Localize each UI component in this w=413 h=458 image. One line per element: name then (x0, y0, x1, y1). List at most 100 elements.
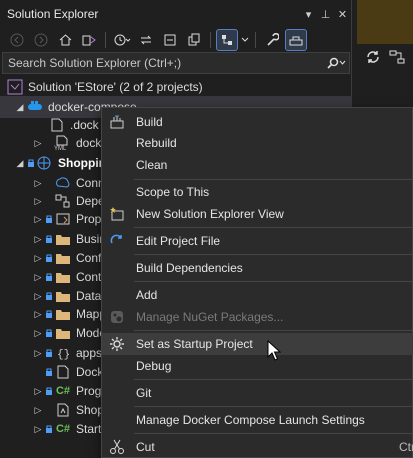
docker-icon (26, 99, 44, 115)
menu-item-edit-project-file[interactable]: Edit Project File (102, 230, 413, 252)
menu-separator (134, 330, 412, 331)
menu-label: Rebuild (136, 136, 177, 150)
pending-changes-icon[interactable] (111, 29, 133, 51)
csharp-file-icon: C# (55, 423, 71, 435)
collapse-arrow-icon[interactable]: ◢ (14, 158, 26, 169)
menu-item-cut[interactable]: Cut Ctr (102, 436, 413, 458)
lock-icon (44, 424, 54, 434)
folder-icon (54, 231, 72, 247)
menu-label: Edit Project File (136, 234, 221, 248)
menu-item-debug[interactable]: Debug (102, 355, 413, 377)
refresh-icon[interactable] (365, 49, 381, 68)
expand-arrow-icon[interactable]: ▷ (32, 405, 44, 416)
search-icon[interactable] (323, 57, 349, 69)
lock-icon (44, 309, 54, 319)
folder-icon (54, 269, 72, 285)
menu-separator (134, 254, 412, 255)
dropdown-icon[interactable]: ▾ (300, 8, 317, 21)
close-icon[interactable]: ✕ (334, 8, 351, 21)
menu-label: Manage NuGet Packages... (136, 310, 284, 324)
menu-item-scope-to-this[interactable]: Scope to This (102, 181, 413, 203)
menu-label: Git (136, 386, 152, 400)
lock-icon (44, 328, 54, 338)
nuget-icon (107, 307, 127, 327)
expand-arrow-icon[interactable]: ▷ (32, 253, 44, 264)
forward-icon[interactable] (30, 29, 52, 51)
expand-arrow-icon[interactable]: ▷ (32, 272, 44, 283)
panel-titlebar: Solution Explorer ▾ ⊥ ✕ (0, 0, 351, 28)
menu-item-set-startup-project[interactable]: Set as Startup Project (102, 333, 413, 355)
menu-separator (134, 433, 412, 434)
tree-label: Dock (76, 365, 104, 379)
editor-toolbar (357, 44, 413, 72)
menu-separator (134, 406, 412, 407)
menu-label: New Solution Explorer View (136, 207, 284, 221)
expand-arrow-icon[interactable]: ▷ (32, 424, 44, 435)
new-view-icon (107, 204, 127, 224)
search-input[interactable] (8, 56, 323, 70)
expand-arrow-icon[interactable]: ▷ (32, 309, 44, 320)
expand-arrow-icon[interactable]: ▷ (32, 196, 44, 207)
menu-item-rebuild[interactable]: Rebuild (102, 132, 413, 154)
mouse-cursor-icon (267, 340, 281, 361)
switch-views-icon[interactable] (78, 29, 100, 51)
tree-label: Cont (76, 270, 102, 284)
menu-item-clean[interactable]: Clean (102, 154, 413, 176)
menu-label: Scope to This (136, 185, 210, 199)
wrench-icon[interactable] (261, 29, 283, 51)
scissors-icon (107, 437, 127, 457)
menu-item-new-view[interactable]: New Solution Explorer View (102, 203, 413, 225)
context-menu: Build Rebuild Clean Scope to This New So… (101, 107, 413, 458)
file-nesting-icon[interactable] (216, 29, 238, 51)
file-icon (54, 364, 72, 380)
sync-icon[interactable] (135, 29, 157, 51)
menu-label: Build Dependencies (136, 261, 243, 275)
show-all-files-icon[interactable] (183, 29, 205, 51)
menu-item-add[interactable]: Add (102, 284, 413, 306)
pin-icon[interactable]: ⊥ (317, 8, 334, 21)
tab-strip-highlight (357, 0, 413, 44)
folder-icon (54, 325, 72, 341)
expand-arrow-icon[interactable]: ▷ (32, 138, 44, 149)
expand-arrow-icon[interactable]: ▷ (32, 328, 44, 339)
lock-icon (44, 253, 54, 263)
menu-item-manage-nuget[interactable]: Manage NuGet Packages... (102, 306, 413, 328)
lock-icon (44, 348, 54, 358)
collapse-arrow-icon[interactable]: ◢ (14, 102, 26, 113)
expand-arrow-icon[interactable]: ▷ (32, 178, 44, 189)
folder-icon (54, 306, 72, 322)
lock-icon (44, 214, 54, 224)
file-nesting-dropdown-icon[interactable] (240, 29, 250, 51)
tree-label: dock (76, 136, 102, 150)
expand-arrow-icon[interactable]: ▷ (32, 386, 44, 397)
expand-arrow-icon[interactable]: ▷ (32, 214, 44, 225)
lock-icon (26, 158, 36, 168)
lock-icon (44, 386, 54, 396)
menu-item-manage-docker-compose[interactable]: Manage Docker Compose Launch Settings (102, 409, 413, 431)
menu-label: Cut (136, 440, 155, 454)
preview-icon[interactable] (285, 29, 307, 51)
expand-arrow-icon[interactable]: ▷ (32, 291, 44, 302)
build-icon (107, 112, 127, 132)
menu-label: Build (136, 115, 163, 129)
home-icon[interactable] (54, 29, 76, 51)
collapse-all-icon[interactable] (159, 29, 181, 51)
menu-item-git[interactable]: Git (102, 382, 413, 404)
back-icon[interactable] (6, 29, 28, 51)
menu-separator (134, 179, 412, 180)
panel-title: Solution Explorer (7, 7, 99, 21)
menu-separator (134, 281, 412, 282)
lock-icon (44, 367, 54, 377)
yml-file-icon: YML (54, 135, 72, 151)
tree-row-solution[interactable]: Solution 'EStore' (2 of 2 projects) (0, 76, 352, 98)
expand-arrow-icon[interactable]: ▷ (32, 348, 44, 359)
tree-label: Confi (76, 251, 105, 265)
lock-icon (44, 234, 54, 244)
expand-arrow-icon[interactable]: ▷ (32, 234, 44, 245)
menu-separator (134, 379, 412, 380)
menu-item-build-dependencies[interactable]: Build Dependencies (102, 257, 413, 279)
menu-item-build[interactable]: Build (102, 111, 413, 133)
menu-label: Set as Startup Project (136, 337, 253, 351)
split-icon[interactable] (389, 49, 405, 68)
search-box[interactable] (2, 52, 350, 74)
